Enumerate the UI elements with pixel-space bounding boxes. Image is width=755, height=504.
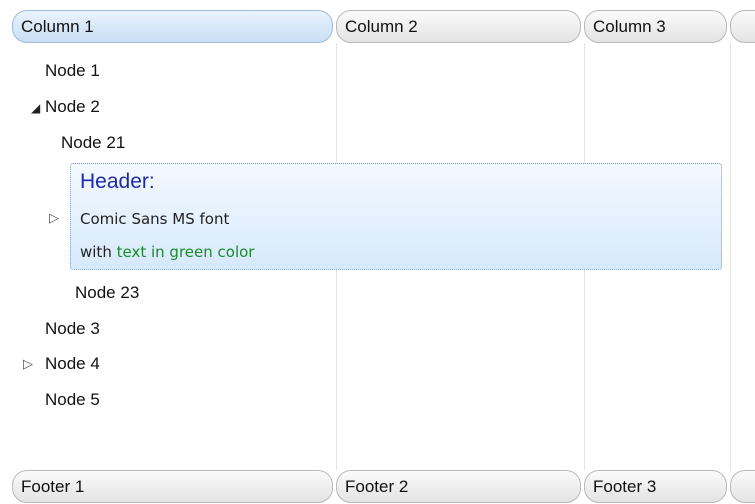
- selected-node-text-line2: with text in green color: [80, 241, 254, 263]
- tree-node-5[interactable]: Node 5: [45, 388, 100, 412]
- expanded-arrow-icon[interactable]: ◢: [31, 101, 40, 115]
- tree-node-label: Node 4: [45, 354, 100, 373]
- column-header-1-label: Column 1: [21, 17, 94, 36]
- collapsed-arrow-icon[interactable]: ▷: [49, 210, 59, 226]
- tree-node-2[interactable]: Node 2: [45, 95, 100, 119]
- column-header-3[interactable]: Column 3: [584, 10, 727, 43]
- tree-node-label: Node 23: [75, 283, 140, 302]
- selected-node-text-line1: Comic Sans MS font: [80, 210, 230, 228]
- tree-node-1[interactable]: Node 1: [45, 59, 100, 83]
- column-footer-3: Footer 3: [584, 470, 727, 503]
- selected-node-header: Header:: [80, 170, 155, 193]
- column-header-2[interactable]: Column 2: [336, 10, 581, 43]
- tree-node-label: Node 2: [45, 97, 100, 116]
- column-footer-filler: [730, 470, 755, 503]
- column-footer-1-label: Footer 1: [21, 477, 85, 496]
- selected-node-green-text: text in green color: [116, 243, 255, 261]
- column-footer-2-label: Footer 2: [345, 477, 409, 496]
- tree-node-21[interactable]: Node 21: [61, 131, 125, 155]
- selected-node-text-prefix: with: [80, 243, 112, 261]
- tree-node-label: Node 1: [45, 61, 100, 80]
- column-footer-2: Footer 2: [336, 470, 581, 503]
- tree-node-23[interactable]: Node 23: [75, 281, 139, 305]
- tree-node-label: Node 21: [61, 133, 126, 152]
- column-header-1[interactable]: Column 1: [12, 10, 333, 43]
- tree-node-label: Node 3: [45, 319, 100, 338]
- column-footer-1: Footer 1: [12, 470, 333, 503]
- column-header-3-label: Column 3: [593, 17, 666, 36]
- column-header-filler: [730, 10, 755, 43]
- column-header-2-label: Column 2: [345, 17, 418, 36]
- column-separator: [730, 43, 731, 470]
- collapsed-arrow-icon[interactable]: ▷: [23, 356, 33, 372]
- tree-node-label: Node 5: [45, 390, 100, 409]
- tree-node-4[interactable]: Node 4: [45, 352, 100, 376]
- column-footer-3-label: Footer 3: [593, 477, 657, 496]
- tree-node-3[interactable]: Node 3: [45, 317, 100, 341]
